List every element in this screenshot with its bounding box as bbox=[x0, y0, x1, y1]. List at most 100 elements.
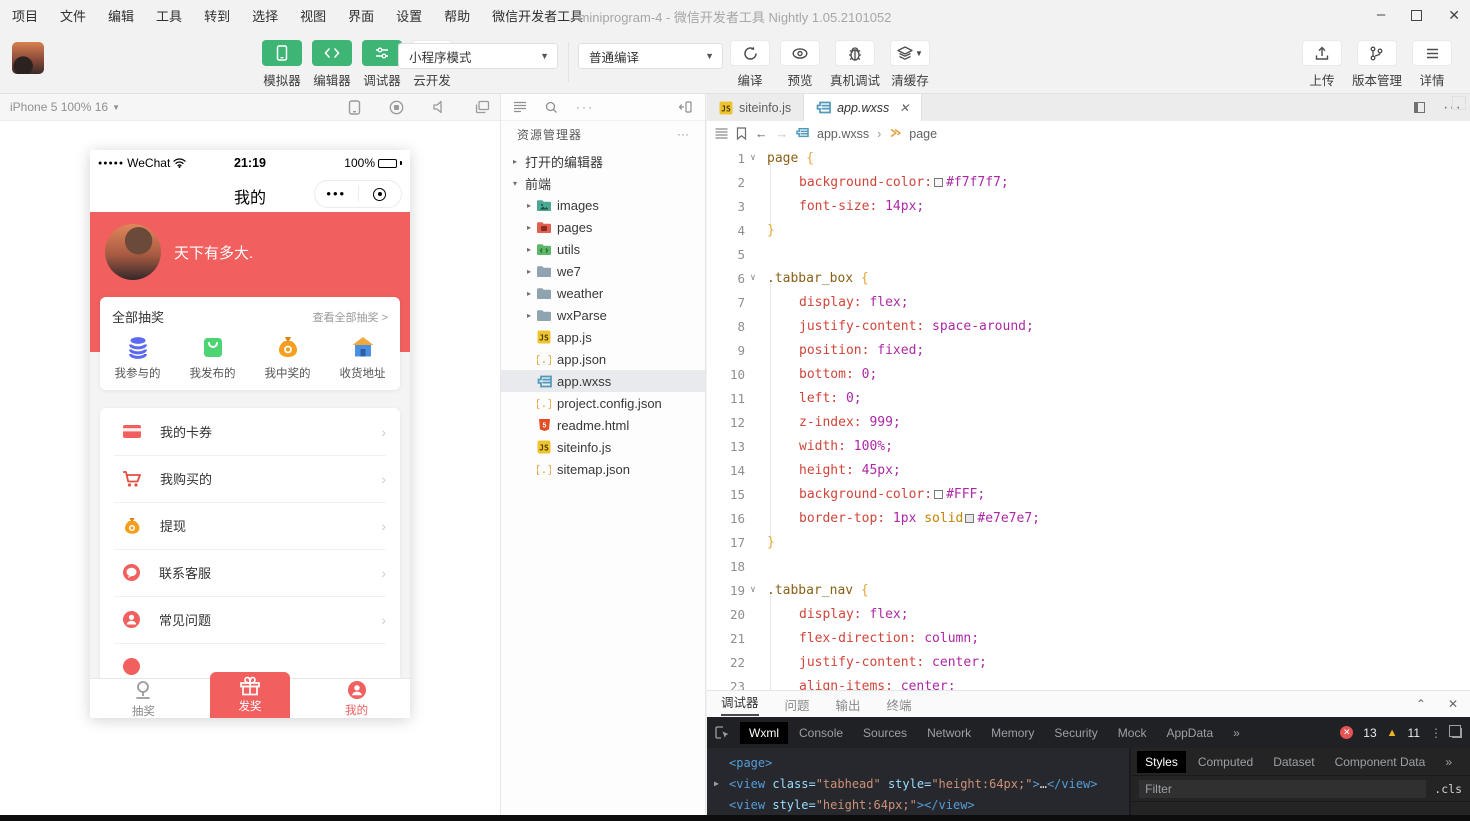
maximize-icon[interactable] bbox=[1411, 10, 1422, 21]
code-line[interactable]: 16border-top: 1px solid#e7e7e7; bbox=[707, 506, 1470, 530]
forward-icon[interactable]: → bbox=[776, 127, 789, 141]
warning-badge-icon[interactable]: ▲ bbox=[1387, 727, 1398, 739]
collapse-panel-icon[interactable]: ⌃ bbox=[1416, 697, 1426, 711]
tree-item-project.config.json[interactable]: {.}project.config.json bbox=[501, 392, 705, 414]
预览-button[interactable] bbox=[780, 40, 820, 66]
code-line[interactable]: 22justify-content: center; bbox=[707, 650, 1470, 674]
more-tabs-icon[interactable]: » bbox=[1224, 722, 1249, 744]
minimap[interactable] bbox=[1452, 96, 1466, 110]
code-line[interactable]: 18 bbox=[707, 554, 1470, 578]
bookmark-icon[interactable] bbox=[736, 127, 747, 140]
wxml-node[interactable]: ▶<view class="tabhead" style="height:64p… bbox=[707, 773, 1129, 794]
fold-chevron-icon[interactable]: ∨ bbox=[745, 273, 761, 283]
menu-item-选择[interactable]: 选择 bbox=[252, 6, 278, 25]
minimize-icon[interactable]: – bbox=[1377, 10, 1385, 20]
multi-window-icon[interactable] bbox=[475, 100, 490, 115]
tab-我的[interactable]: 我的 bbox=[303, 679, 410, 718]
more-icon[interactable]: ··· bbox=[576, 100, 594, 114]
debugger-tab-调试器[interactable]: 调试器 bbox=[721, 692, 759, 716]
menu-item-编辑[interactable]: 编辑 bbox=[108, 6, 134, 25]
tab-抽奖[interactable]: 抽奖 bbox=[90, 679, 197, 718]
view-all-lottery-link[interactable]: 查看全部抽奖 > bbox=[313, 309, 388, 325]
back-icon[interactable]: ← bbox=[755, 127, 768, 141]
详情-button[interactable] bbox=[1412, 40, 1452, 66]
tree-item-utils[interactable]: ▸utils bbox=[501, 238, 705, 260]
上传-button[interactable] bbox=[1302, 40, 1342, 66]
split-editor-icon[interactable] bbox=[1414, 102, 1425, 113]
quick-item-我参与的[interactable]: 我参与的 bbox=[100, 334, 175, 381]
mode-select[interactable]: 小程序模式 ▼ bbox=[398, 43, 558, 69]
code-line[interactable]: 19∨.tabbar_nav { bbox=[707, 578, 1470, 602]
menu-item-界面[interactable]: 界面 bbox=[348, 6, 374, 25]
avatar[interactable] bbox=[12, 42, 44, 74]
devtools-tab-AppData[interactable]: AppData bbox=[1157, 722, 1222, 744]
outline-list-icon[interactable] bbox=[513, 101, 527, 113]
inspect-element-icon[interactable] bbox=[715, 726, 730, 740]
close-panel-icon[interactable]: ✕ bbox=[1448, 697, 1458, 711]
tree-item-siteinfo.js[interactable]: JSsiteinfo.js bbox=[501, 436, 705, 458]
code-line[interactable]: 14height: 45px; bbox=[707, 458, 1470, 482]
wxml-tree[interactable]: <page>▶<view class="tabhead" style="heig… bbox=[707, 748, 1131, 815]
devtools-tab-Mock[interactable]: Mock bbox=[1109, 722, 1156, 744]
wxml-node[interactable]: <page> bbox=[707, 752, 1129, 773]
code-line[interactable]: 7display: flex; bbox=[707, 290, 1470, 314]
编辑器-button[interactable] bbox=[312, 40, 352, 66]
search-icon[interactable] bbox=[545, 101, 558, 114]
code-line[interactable]: 8justify-content: space-around; bbox=[707, 314, 1470, 338]
breadcrumb-file[interactable]: app.wxss bbox=[817, 127, 869, 141]
code-line[interactable]: 3font-size: 14px; bbox=[707, 194, 1470, 218]
menu-item-提现[interactable]: 提现› bbox=[100, 502, 400, 549]
tree-item-前端[interactable]: ▾前端 bbox=[501, 172, 705, 194]
close-tab-icon[interactable]: ✕ bbox=[899, 101, 909, 115]
code-line[interactable]: 13width: 100%; bbox=[707, 434, 1470, 458]
warning-count[interactable]: 11 bbox=[1408, 726, 1420, 740]
wxml-node[interactable]: <view style="height:64px;"></view> bbox=[707, 794, 1129, 815]
quick-item-我中奖的[interactable]: 我中奖的 bbox=[250, 334, 325, 381]
close-icon[interactable]: ✕ bbox=[1448, 7, 1460, 24]
explorer-more-icon[interactable]: ··· bbox=[677, 127, 705, 141]
devtools-tab-Console[interactable]: Console bbox=[790, 722, 852, 744]
exit-miniprogram-icon[interactable] bbox=[359, 188, 402, 201]
record-icon[interactable] bbox=[389, 100, 404, 115]
code-line[interactable]: 6∨.tabbar_box { bbox=[707, 266, 1470, 290]
sound-icon[interactable] bbox=[432, 100, 447, 115]
menu-item-微信开发者工具[interactable]: 微信开发者工具 bbox=[492, 6, 583, 25]
rotate-device-icon[interactable] bbox=[348, 100, 361, 115]
code-line[interactable]: 1∨page { bbox=[707, 146, 1470, 170]
tree-item-app.js[interactable]: JSapp.js bbox=[501, 326, 705, 348]
调试器-button[interactable] bbox=[362, 40, 402, 66]
menu-item-项目[interactable]: 项目 bbox=[12, 6, 38, 25]
devtools-menu-icon[interactable]: ⋮ bbox=[1430, 726, 1442, 740]
user-avatar[interactable] bbox=[105, 224, 161, 280]
menu-item-我购买的[interactable]: 我购买的› bbox=[100, 455, 400, 502]
more-menu-icon[interactable]: ••• bbox=[315, 189, 358, 199]
devtools-tab-Memory[interactable]: Memory bbox=[982, 722, 1043, 744]
collapse-panel-icon[interactable] bbox=[679, 101, 693, 113]
error-badge-icon[interactable]: ✕ bbox=[1340, 726, 1353, 739]
menu-item-常见问题[interactable]: 常见问题› bbox=[100, 596, 400, 643]
devtools-tab-Network[interactable]: Network bbox=[918, 722, 980, 744]
code-line[interactable]: 11left: 0; bbox=[707, 386, 1470, 410]
styles-tab-Computed[interactable]: Computed bbox=[1190, 751, 1261, 773]
tab-发奖[interactable]: 发奖 bbox=[210, 672, 290, 718]
code-line[interactable]: 12z-index: 999; bbox=[707, 410, 1470, 434]
tree-item-readme.html[interactable]: 5readme.html bbox=[501, 414, 705, 436]
quick-item-收货地址[interactable]: 收货地址 bbox=[325, 334, 400, 381]
code-line[interactable]: 23align-items: center; bbox=[707, 674, 1470, 690]
tree-item-app.wxss[interactable]: app.wxss bbox=[501, 370, 705, 392]
editor-tab-siteinfo.js[interactable]: JSsiteinfo.js bbox=[707, 94, 804, 121]
code-line[interactable]: 9position: fixed; bbox=[707, 338, 1470, 362]
cls-toggle[interactable]: .cls bbox=[1434, 782, 1462, 796]
tree-item-we7[interactable]: ▸we7 bbox=[501, 260, 705, 282]
编译-button[interactable] bbox=[730, 40, 770, 66]
tree-item-sitemap.json[interactable]: {.}sitemap.json bbox=[501, 458, 705, 480]
code-area[interactable]: 1∨page {2background-color:#f7f7f7;3font-… bbox=[707, 146, 1470, 690]
quick-item-我发布的[interactable]: 我发布的 bbox=[175, 334, 250, 381]
debugger-tab-问题[interactable]: 问题 bbox=[785, 695, 810, 714]
tree-item-images[interactable]: ▸images bbox=[501, 194, 705, 216]
code-line[interactable]: 2background-color:#f7f7f7; bbox=[707, 170, 1470, 194]
menu-item-工具[interactable]: 工具 bbox=[156, 6, 182, 25]
menu-item-帮助[interactable]: 帮助 bbox=[444, 6, 470, 25]
device-select[interactable]: iPhone 5 100% 16 ▼ bbox=[0, 100, 120, 114]
styles-tab-Component Data[interactable]: Component Data bbox=[1327, 751, 1434, 773]
